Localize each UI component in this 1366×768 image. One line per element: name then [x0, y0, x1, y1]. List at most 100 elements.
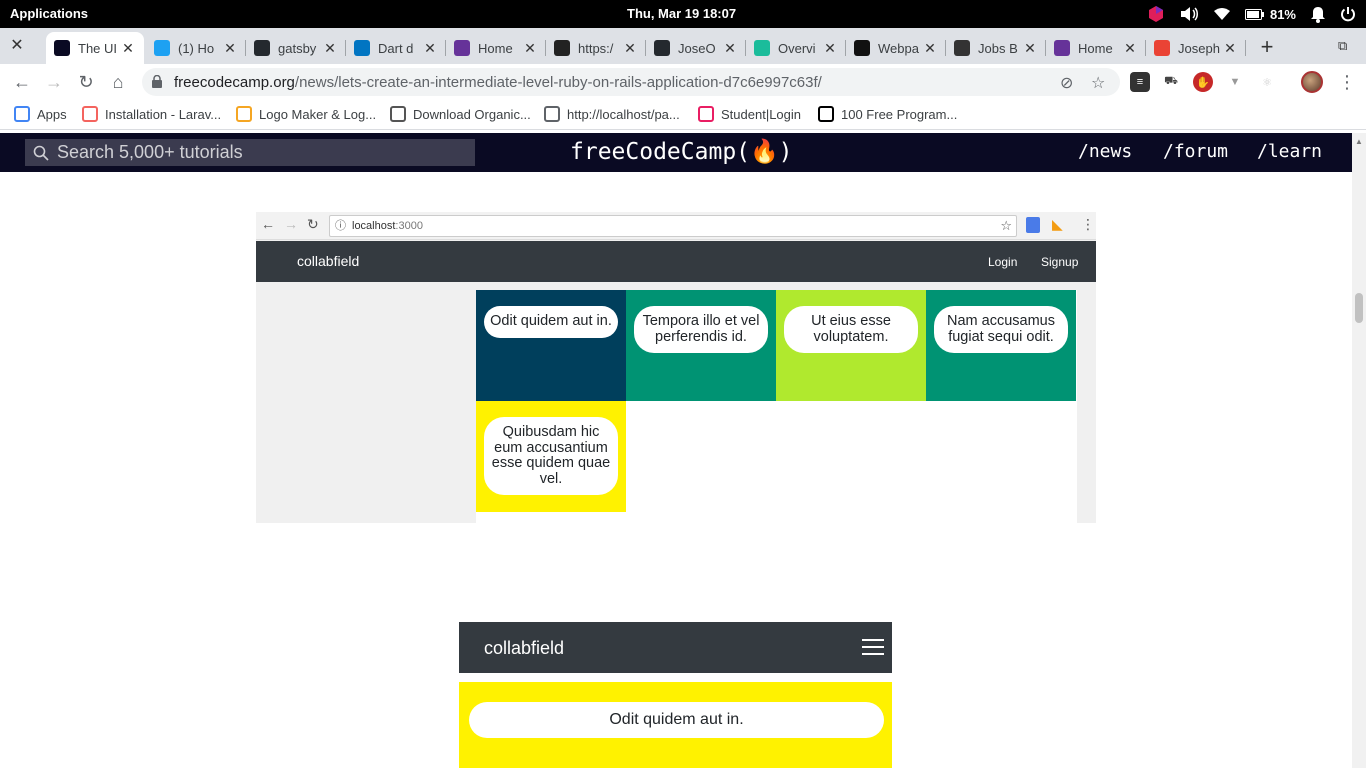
adblock-extension-icon[interactable]: ✋	[1193, 72, 1213, 92]
bookmark-item[interactable]: Installation - Larav...	[82, 106, 221, 122]
battery-indicator[interactable]: 81%	[1244, 7, 1296, 22]
github-icon	[654, 40, 670, 56]
scroll-up-icon[interactable]: ▲	[1355, 137, 1363, 146]
bookmark-item[interactable]: Apps	[14, 106, 67, 122]
address-bar[interactable]: freecodecamp.org/news/lets-create-an-int…	[142, 68, 1120, 96]
tab-title: gatsby	[278, 40, 317, 56]
browser-tab[interactable]: Webpa ✕	[846, 32, 946, 64]
incognito-icon[interactable]: ⊘	[1060, 73, 1073, 93]
tab-title: Overvi	[778, 40, 816, 56]
article-image-desktop: ← → ↻ ⓘ localhost:3000 ☆ ◣ ⋮ collabfield…	[256, 212, 1096, 523]
browser-tab[interactable]: Overvi ✕	[746, 32, 846, 64]
collabfield-mobile-brand: collabfield	[484, 638, 565, 658]
tab-close-icon[interactable]: ✕	[922, 40, 938, 57]
bookmark-item[interactable]: 100 Free Program...	[818, 106, 957, 122]
browser-tab[interactable]: https:/ ✕	[546, 32, 646, 64]
fcc-logo[interactable]: freeCodeCamp(🔥)	[570, 138, 793, 165]
profile-avatar[interactable]	[1301, 71, 1323, 93]
cast-extension-icon[interactable]: ⛟	[1161, 72, 1181, 92]
tab-close-icon[interactable]: ✕	[722, 40, 738, 57]
close-window-icon[interactable]: ✕	[8, 37, 26, 55]
slack-icon[interactable]	[1147, 5, 1165, 23]
system-clock[interactable]: Thu, Mar 19 18:07	[627, 6, 736, 21]
gatsby-icon	[1054, 40, 1070, 56]
tab-title: Webpa	[878, 40, 919, 56]
power-icon[interactable]	[1340, 6, 1356, 22]
gatsby-icon	[454, 40, 470, 56]
notification-bell-icon[interactable]	[1310, 6, 1326, 23]
tab-close-icon[interactable]: ✕	[322, 40, 338, 57]
browser-tab[interactable]: Joseph ✕	[1146, 32, 1246, 64]
applications-menu[interactable]: Applications	[10, 6, 88, 21]
tab-title: Dart d	[378, 40, 414, 56]
browser-tab[interactable]: Home ✕	[1046, 32, 1146, 64]
browser-tab[interactable]: gatsby ✕	[246, 32, 346, 64]
tab-close-icon[interactable]: ✕	[222, 40, 238, 57]
github-icon	[254, 40, 270, 56]
embedded-browser-toolbar: ← → ↻ ⓘ localhost:3000 ☆ ◣ ⋮	[256, 212, 1096, 240]
tab-close-icon[interactable]: ✕	[622, 40, 638, 57]
lock-icon[interactable]	[152, 75, 162, 88]
new-tab-button[interactable]: +	[1254, 34, 1280, 60]
tab-title: Home	[478, 40, 513, 56]
chrome-menu-icon[interactable]: ⋮	[1338, 72, 1356, 93]
react-devtools-icon[interactable]: ⚛	[1257, 72, 1277, 92]
reload-icon[interactable]: ↻	[74, 70, 98, 94]
tab-close-icon[interactable]: ✕	[822, 40, 838, 57]
scrollbar-thumb[interactable]	[1355, 293, 1363, 323]
browser-tab[interactable]: (1) Ho ✕	[146, 32, 246, 64]
fcc-logo-text: freeCodeCamp(🔥)	[570, 139, 793, 165]
system-top-bar: Applications Thu, Mar 19 18:07 81%	[0, 0, 1366, 28]
tab-close-icon[interactable]: ✕	[120, 40, 136, 57]
tab-close-icon[interactable]: ✕	[422, 40, 438, 57]
url-text[interactable]: freecodecamp.org/news/lets-create-an-int…	[174, 74, 822, 91]
fcc-icon	[54, 40, 70, 56]
home-icon[interactable]: ⌂	[106, 70, 130, 94]
forward-arrow-icon[interactable]: →	[42, 70, 66, 94]
bookmark-item[interactable]: Student|Login	[698, 106, 801, 122]
page-scrollbar[interactable]: ▲	[1352, 133, 1366, 768]
fcc-search-input[interactable]: Search 5,000+ tutorials	[25, 139, 475, 166]
browser-tab[interactable]: The UI ✕	[46, 32, 144, 64]
reader-extension-icon[interactable]: ≡	[1130, 72, 1150, 92]
mobile-post-card: Odit quidem aut in.	[459, 682, 892, 768]
browser-tab[interactable]: Jobs B ✕	[946, 32, 1046, 64]
tab-close-icon[interactable]: ✕	[1222, 40, 1238, 57]
nav-link-forum[interactable]: /forum	[1163, 141, 1228, 162]
student-icon	[698, 106, 714, 122]
bookmark-item[interactable]: http://localhost/pa...	[544, 106, 680, 122]
browser-tab[interactable]: Home ✕	[446, 32, 546, 64]
info-icon: ⓘ	[335, 220, 346, 232]
browser-tab[interactable]: Dart d ✕	[346, 32, 446, 64]
tab-close-icon[interactable]: ✕	[522, 40, 538, 57]
search-placeholder: Search 5,000+ tutorials	[57, 142, 243, 162]
mobile-post-text: Odit quidem aut in.	[469, 702, 884, 738]
dart-icon	[354, 40, 370, 56]
tab-close-icon[interactable]: ✕	[1022, 40, 1038, 57]
browser-tab[interactable]: JoseO ✕	[646, 32, 746, 64]
tab-title: Home	[1078, 40, 1113, 56]
bookmark-item[interactable]: Logo Maker & Log...	[236, 106, 376, 122]
battery-icon	[1244, 8, 1264, 20]
post-text: Nam accusamus fugiat sequi odit.	[934, 306, 1068, 353]
bookmark-item[interactable]: Download Organic...	[390, 106, 531, 122]
embedded-reload-icon: ↻	[307, 216, 319, 232]
volume-icon[interactable]	[1179, 6, 1199, 22]
wifi-icon[interactable]	[1213, 7, 1231, 21]
collabfield-navbar: collabfield Login Signup	[256, 241, 1096, 282]
laravel-icon	[82, 106, 98, 122]
nav-link-news[interactable]: /news	[1078, 141, 1132, 162]
login-link: Login	[988, 255, 1018, 269]
back-arrow-icon[interactable]: ←	[10, 70, 34, 94]
tab-title: Jobs B	[978, 40, 1018, 56]
bookmark-label: 100 Free Program...	[841, 106, 958, 122]
tab-title: https:/	[578, 40, 614, 56]
tab-title: Joseph	[1178, 40, 1220, 56]
nav-link-learn[interactable]: /learn	[1257, 141, 1322, 162]
bookmark-star-icon[interactable]: ☆	[1091, 73, 1105, 93]
browser-tab-strip: ✕ The UI ✕ (1) Ho ✕ gatsby ✕ Dart d ✕ Home ✕ https…	[0, 28, 1366, 64]
tab-close-icon[interactable]: ✕	[1122, 40, 1138, 57]
system-tray[interactable]: 81%	[1147, 4, 1356, 24]
tab-search-icon[interactable]: ⧉	[1338, 38, 1347, 54]
vue-devtools-icon[interactable]: ▼	[1225, 72, 1245, 92]
